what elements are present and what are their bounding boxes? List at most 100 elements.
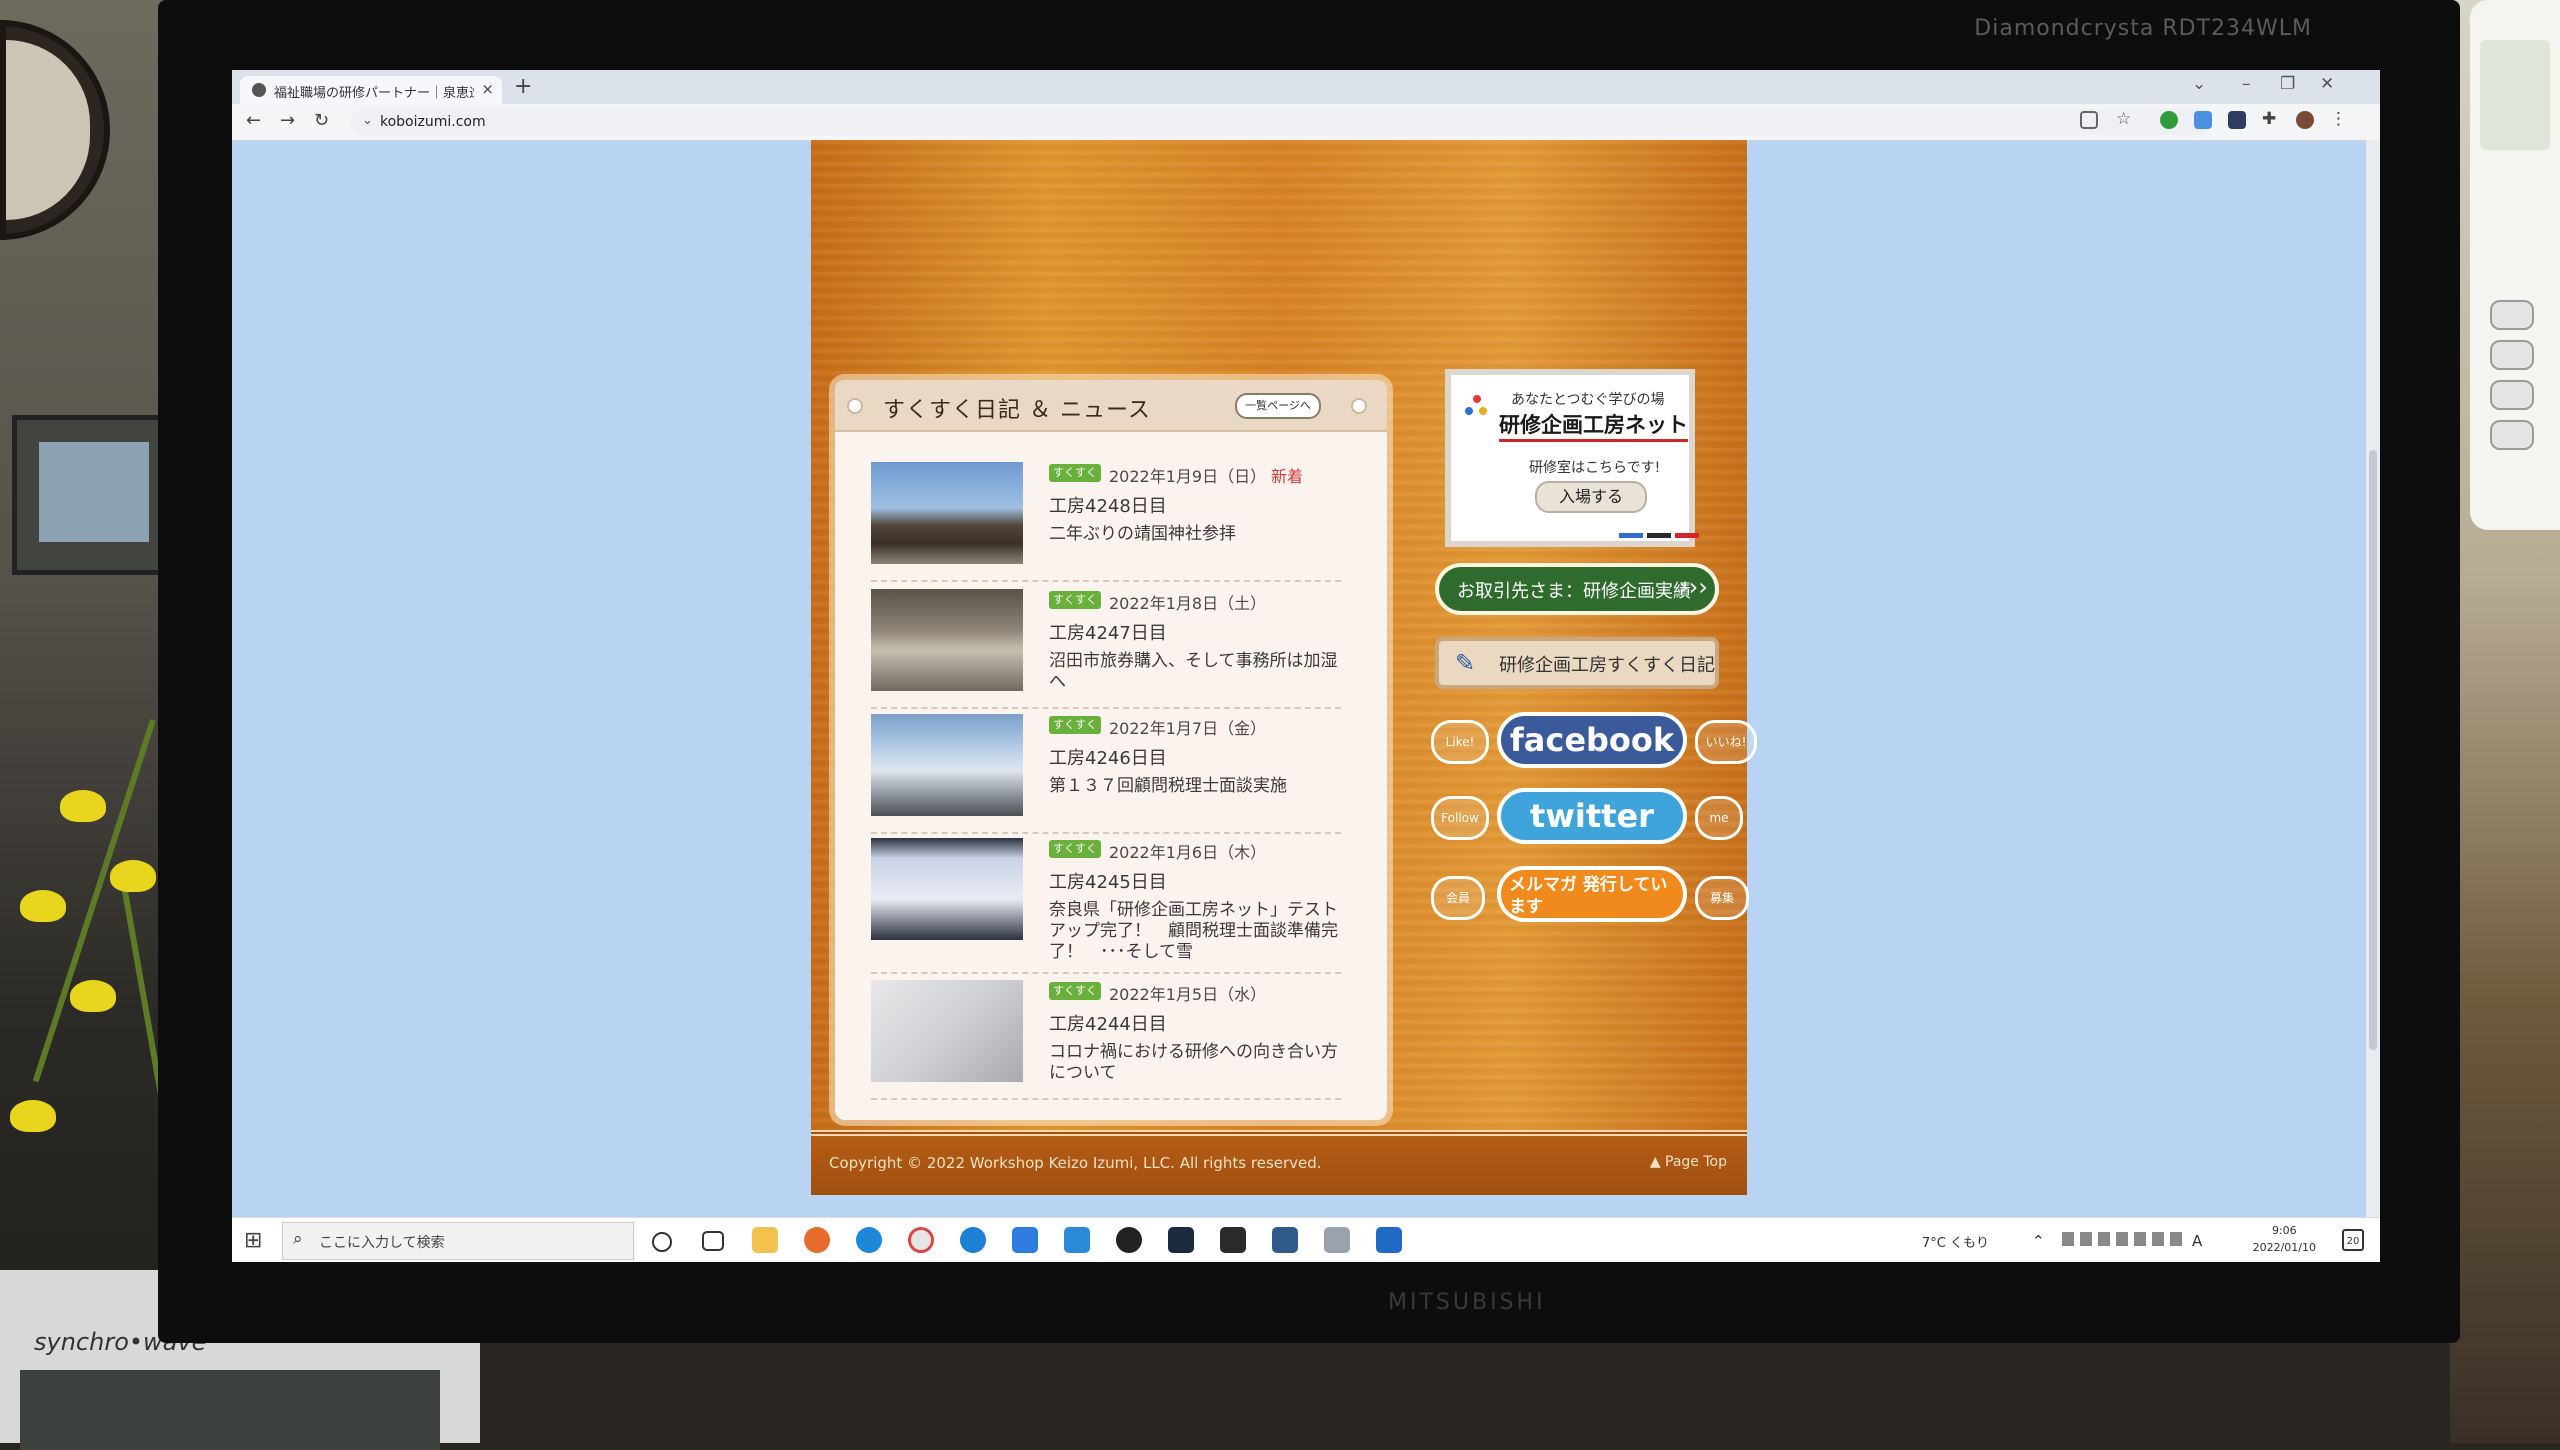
browser-toolbar: ← → ↻ ⌄ koboizumi.com ☆ ✚ ⋮ (232, 104, 2380, 141)
skype-icon[interactable] (960, 1227, 986, 1253)
entry-date: 2022年1月5日（水） (1109, 985, 1267, 1004)
address-bar[interactable]: ⌄ koboizumi.com (350, 109, 2210, 135)
news-entry[interactable]: すくすく 2022年1月8日（土） 工房4247日目 沼田市旅券購入、そして事務… (871, 583, 1341, 709)
profile-avatar[interactable] (2296, 111, 2314, 129)
color-stripe (1619, 533, 1643, 538)
tab-search-icon[interactable]: ⌄ (2192, 74, 2206, 94)
ime-indicator[interactable]: A (2192, 1232, 2202, 1250)
twitter-banner[interactable]: Follow twitter me (1431, 788, 1743, 848)
twitter-logo[interactable]: twitter (1497, 788, 1687, 844)
search-placeholder[interactable]: ここに入力して検索 (319, 1232, 445, 1252)
news-title: すくすく日記 ＆ ニュース (883, 398, 1151, 423)
diary-button[interactable]: ✎ 研修企画工房すくすく日記 (1435, 637, 1719, 689)
notification-center-icon[interactable]: 20 (2342, 1229, 2364, 1251)
weather-text[interactable]: 7°C くもり (1922, 1232, 1989, 1251)
facebook-banner[interactable]: Like! facebook いいね! (1431, 712, 1757, 772)
entry-title[interactable]: コロナ禍における研修への向き合い方について (1049, 1042, 1339, 1084)
menu-kebab-icon[interactable]: ⋮ (2330, 109, 2348, 129)
entry-tag: すくすく (1049, 591, 1101, 609)
entry-thumbnail[interactable] (871, 980, 1023, 1082)
entry-day[interactable]: 工房4244日目 (1049, 1010, 1167, 1036)
back-button[interactable]: ← (246, 110, 261, 131)
entry-day[interactable]: 工房4245日目 (1049, 868, 1167, 894)
extension-app-icon[interactable] (2228, 111, 2246, 129)
clock-area[interactable]: 9:06 2022/01/10 (2253, 1222, 2316, 1256)
entry-title[interactable]: 二年ぶりの靖国神社参拝 (1049, 524, 1339, 545)
minimize-button[interactable]: – (2242, 74, 2251, 94)
maximize-button[interactable]: ❐ (2280, 74, 2295, 94)
photos-icon[interactable] (1272, 1227, 1298, 1253)
enter-button[interactable]: 入場する (1535, 481, 1647, 513)
news-entry[interactable]: すくすく 2022年1月7日（金） 工房4246日目 第１３７回顧問税理士面談実… (871, 708, 1341, 834)
clock-time: 9:06 (2271, 1224, 2297, 1237)
chrome-icon[interactable] (908, 1227, 934, 1253)
entry-day[interactable]: 工房4247日目 (1049, 619, 1167, 645)
close-tab-icon[interactable]: × (481, 80, 494, 98)
monitor-screen: 福祉職場の研修パートナー｜泉恵造 × + ⌄ – ❐ ✕ ← → ↻ ⌄ kob… (232, 70, 2380, 1262)
entry-title[interactable]: 第１３７回顧問税理士面談実施 (1049, 776, 1339, 797)
media-icon[interactable] (1116, 1227, 1142, 1253)
color-stripe (1675, 533, 1699, 538)
extensions-puzzle-icon[interactable]: ✚ (2262, 109, 2280, 129)
news-entry[interactable]: すくすく 2022年1月5日（水） 工房4244日目 コロナ禍における研修への向… (871, 974, 1341, 1100)
copyright-text: Copyright © 2022 Workshop Keizo Izumi, L… (829, 1154, 1322, 1172)
scrollbar-thumb[interactable] (2369, 450, 2377, 1050)
achievements-label: お取引先さま：研修企画実績 (1457, 581, 1691, 602)
entry-thumbnail[interactable] (871, 462, 1023, 564)
tray-chevron-icon[interactable]: ⌃ (2032, 1232, 2045, 1250)
reload-button[interactable]: ↻ (314, 110, 329, 131)
facebook-logo[interactable]: facebook (1497, 712, 1687, 768)
close-window-button[interactable]: ✕ (2320, 74, 2334, 94)
share-icon[interactable] (2080, 111, 2098, 129)
achievements-button[interactable]: お取引先さま：研修企画実績 ››› (1435, 563, 1719, 615)
page-scrollbar[interactable] (2366, 140, 2380, 1262)
clock-date: 2022/01/10 (2252, 1241, 2316, 1254)
page-top-link[interactable]: ▲ Page Top (1650, 1154, 1727, 1170)
extension-cloud-icon[interactable] (2194, 111, 2212, 129)
news-header: すくすく日記 ＆ ニュース 一覧ページへ (835, 380, 1387, 432)
entry-thumbnail[interactable] (871, 838, 1023, 940)
app-dark-icon[interactable] (1168, 1227, 1194, 1253)
entry-thumbnail[interactable] (871, 589, 1023, 691)
forward-button[interactable]: → (280, 110, 295, 131)
taskbar-search-box[interactable]: ⌕ ここに入力して検索 (282, 1222, 634, 1260)
file-explorer-icon[interactable] (752, 1227, 778, 1253)
mailmag-logo[interactable]: メルマガ 発行しています (1497, 866, 1687, 922)
url-text[interactable]: koboizumi.com (380, 114, 486, 130)
entry-date: 2022年1月9日（日） (1109, 467, 1267, 486)
kobo-net-banner[interactable]: あなたとつむぐ学びの場 研修企画工房ネット 研修室はこちらです! 入場する (1445, 369, 1699, 547)
tray-icons[interactable] (2062, 1232, 2182, 1246)
bookmark-star-icon[interactable]: ☆ (2116, 109, 2134, 129)
news-list-page-button[interactable]: 一覧ページへ (1235, 393, 1321, 419)
mailmag-banner[interactable]: 会員 メルマガ 発行しています 募集 (1431, 866, 1749, 926)
site-main-column: すくすく日記 ＆ ニュース 一覧ページへ すくすく 2022年1月9日（日） 新… (811, 140, 1757, 1195)
entry-title[interactable]: 沼田市旅券購入、そして事務所は加湿へ (1049, 651, 1339, 693)
entry-thumbnail[interactable] (871, 714, 1023, 816)
colored-dots-icon (1465, 395, 1489, 419)
entry-day[interactable]: 工房4246日目 (1049, 744, 1167, 770)
yellow-flower (10, 1100, 56, 1132)
news-entry[interactable]: すくすく 2022年1月6日（木） 工房4245日目 奈良県「研修企画工房ネット… (871, 832, 1341, 974)
word-app-icon[interactable] (1064, 1227, 1090, 1253)
edge-icon[interactable] (856, 1227, 882, 1253)
windows-start-icon[interactable]: ⊞ (244, 1228, 262, 1253)
camera-icon[interactable] (1324, 1227, 1350, 1253)
entry-title[interactable]: 奈良県「研修企画工房ネット」テストアップ完了！ 顧問税理士面談準備完了！ ･･･… (1049, 900, 1339, 963)
entry-tag: すくすく (1049, 464, 1101, 482)
extension-green-icon[interactable] (2160, 111, 2178, 129)
zoom-icon[interactable] (1012, 1227, 1038, 1253)
follow-bubble: Follow (1431, 796, 1489, 840)
entry-date: 2022年1月8日（土） (1109, 594, 1267, 613)
wall-clock (0, 20, 110, 240)
monitor-model: Diamondcrysta RDT234WLM (1974, 16, 2312, 41)
browser-tab[interactable]: 福祉職場の研修パートナー｜泉恵造 × (240, 76, 502, 104)
entry-day[interactable]: 工房4248日目 (1049, 492, 1167, 518)
firefox-icon[interactable] (804, 1227, 830, 1253)
terminal-icon[interactable] (1220, 1227, 1246, 1253)
site-info-icon[interactable]: ⌄ (362, 113, 373, 128)
new-tab-button[interactable]: + (514, 74, 532, 99)
cortana-icon[interactable] (652, 1232, 672, 1252)
news-entry[interactable]: すくすく 2022年1月9日（日） 新着 工房4248日目 二年ぶりの靖国神社参… (871, 456, 1341, 582)
task-view-icon[interactable] (702, 1231, 724, 1251)
outlook-icon[interactable] (1376, 1227, 1402, 1253)
